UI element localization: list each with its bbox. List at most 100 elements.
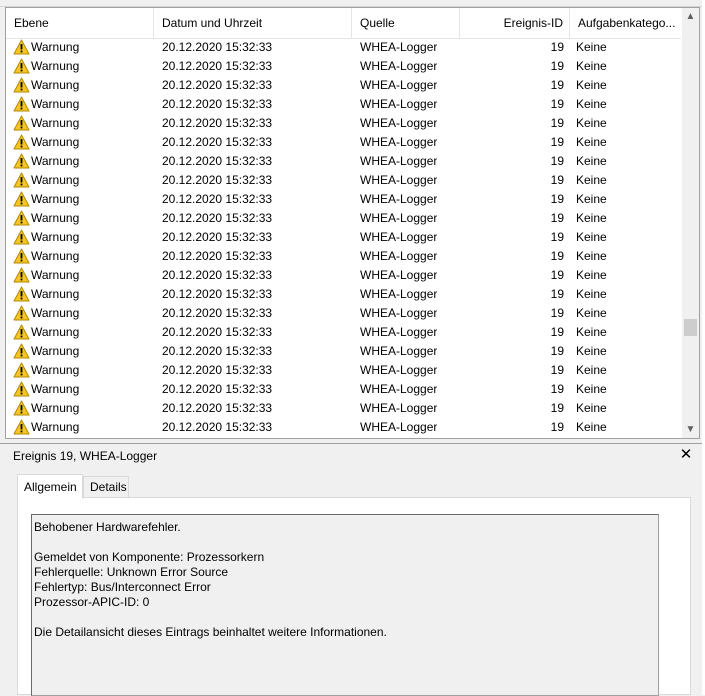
warning-triangle-icon [13,286,30,302]
cell-source: WHEA-Logger [360,211,438,225]
table-row[interactable]: Warnung 20.12.2020 15:32:33 WHEA-Logger 19 K… [6,114,681,133]
cell-datetime: 20.12.2020 15:32:33 [162,382,273,396]
message-line [34,535,656,550]
warning-triangle-icon [13,210,30,226]
cell-source: WHEA-Logger [360,230,438,244]
table-row[interactable]: Warnung 20.12.2020 15:32:33 WHEA-Logger 19 K… [6,399,681,418]
cell-source: WHEA-Logger [360,344,438,358]
cell-source: WHEA-Logger [360,97,438,111]
cell-category: Keine [576,420,607,434]
cell-level: Warnung [31,420,80,434]
warning-triangle-icon [13,400,30,416]
warning-triangle-icon [13,419,30,435]
message-line: Die Detailansicht dieses Eintrags beinha… [34,625,387,639]
tab-details[interactable]: Details [83,476,129,498]
detail-header: Ereignis 19, WHEA-Logger ✕ [5,445,700,467]
column-header-datetime[interactable]: Datum und Uhrzeit [154,8,352,38]
table-row[interactable]: Warnung 20.12.2020 15:32:33 WHEA-Logger 19 K… [6,304,681,323]
table-row[interactable]: Warnung 20.12.2020 15:32:33 WHEA-Logger 19 K… [6,133,681,152]
cell-source: WHEA-Logger [360,401,438,415]
warning-triangle-icon [13,77,30,93]
cell-datetime: 20.12.2020 15:32:33 [162,40,273,54]
cell-event-id: 19 [550,401,564,415]
table-row[interactable]: Warnung 20.12.2020 15:32:33 WHEA-Logger 19 K… [6,361,681,380]
table-row[interactable]: Warnung 20.12.2020 15:32:33 WHEA-Logger 19 K… [6,95,681,114]
table-row[interactable]: Warnung 20.12.2020 15:32:33 WHEA-Logger 19 K… [6,57,681,76]
cell-level: Warnung [31,116,80,130]
warning-triangle-icon [13,96,30,112]
event-message[interactable]: Behobener Hardwarefehler. Gemeldet von K… [31,514,659,696]
table-row[interactable]: Warnung 20.12.2020 15:32:33 WHEA-Logger 19 K… [6,418,681,437]
cell-datetime: 20.12.2020 15:32:33 [162,420,273,434]
table-row[interactable]: Warnung 20.12.2020 15:32:33 WHEA-Logger 19 K… [6,38,681,57]
table-row[interactable]: Warnung 20.12.2020 15:32:33 WHEA-Logger 19 K… [6,76,681,95]
cell-event-id: 19 [550,382,564,396]
column-header-category[interactable]: Aufgabenkatego... [570,8,681,38]
table-row[interactable]: Warnung 20.12.2020 15:32:33 WHEA-Logger 19 K… [6,228,681,247]
cell-event-id: 19 [550,116,564,130]
cell-category: Keine [576,59,607,73]
warning-triangle-icon [13,115,30,131]
cell-datetime: 20.12.2020 15:32:33 [162,192,273,206]
table-row[interactable]: Warnung 20.12.2020 15:32:33 WHEA-Logger 19 K… [6,323,681,342]
column-header-source[interactable]: Quelle [352,8,460,38]
table-row[interactable]: Warnung 20.12.2020 15:32:33 WHEA-Logger 19 K… [6,171,681,190]
cell-datetime: 20.12.2020 15:32:33 [162,97,273,111]
close-icon[interactable]: ✕ [678,446,694,464]
warning-triangle-icon [13,267,30,283]
cell-category: Keine [576,401,607,415]
cell-level: Warnung [31,382,80,396]
table-row[interactable]: Warnung 20.12.2020 15:32:33 WHEA-Logger 19 K… [6,247,681,266]
warning-triangle-icon [13,381,30,397]
column-header-event-id[interactable]: Ereignis-ID [460,8,570,38]
table-row[interactable]: Warnung 20.12.2020 15:32:33 WHEA-Logger 19 K… [6,190,681,209]
vertical-scrollbar[interactable]: ▲ ▼ [682,8,699,438]
cell-source: WHEA-Logger [360,116,438,130]
cell-category: Keine [576,135,607,149]
cell-source: WHEA-Logger [360,59,438,73]
cell-level: Warnung [31,287,80,301]
cell-category: Keine [576,154,607,168]
cell-datetime: 20.12.2020 15:32:33 [162,116,273,130]
cell-level: Warnung [31,154,80,168]
cell-datetime: 20.12.2020 15:32:33 [162,268,273,282]
cell-category: Keine [576,116,607,130]
table-row[interactable]: Warnung 20.12.2020 15:32:33 WHEA-Logger 19 K… [6,380,681,399]
warning-triangle-icon [13,153,30,169]
pane-splitter[interactable] [0,440,703,444]
cell-datetime: 20.12.2020 15:32:33 [162,287,273,301]
cell-level: Warnung [31,59,80,73]
cell-category: Keine [576,306,607,320]
cell-event-id: 19 [550,420,564,434]
cell-level: Warnung [31,211,80,225]
scroll-down-arrow-icon[interactable]: ▼ [682,421,699,438]
cell-datetime: 20.12.2020 15:32:33 [162,173,273,187]
table-row[interactable]: Warnung 20.12.2020 15:32:33 WHEA-Logger 19 K… [6,209,681,228]
message-line: Fehlerquelle: Unknown Error Source [34,565,229,579]
table-row[interactable]: Warnung 20.12.2020 15:32:33 WHEA-Logger 19 K… [6,152,681,171]
event-list[interactable]: Ebene Datum und Uhrzeit Quelle Ereignis-… [5,7,700,439]
column-header-level[interactable]: Ebene [6,8,154,38]
scrollbar-thumb[interactable] [684,319,697,336]
cell-category: Keine [576,97,607,111]
cell-event-id: 19 [550,344,564,358]
table-row[interactable]: Warnung 20.12.2020 15:32:33 WHEA-Logger 19 K… [6,342,681,361]
table-row[interactable]: Warnung 20.12.2020 15:32:33 WHEA-Logger 19 K… [6,285,681,304]
tab-allgemein[interactable]: Allgemein [17,474,83,499]
table-row[interactable]: Warnung 20.12.2020 15:32:33 WHEA-Logger 19 K… [6,266,681,285]
cell-source: WHEA-Logger [360,192,438,206]
warning-triangle-icon [13,343,30,359]
cell-event-id: 19 [550,287,564,301]
cell-datetime: 20.12.2020 15:32:33 [162,78,273,92]
warning-triangle-icon [13,58,30,74]
cell-event-id: 19 [550,211,564,225]
cell-datetime: 20.12.2020 15:32:33 [162,306,273,320]
cell-source: WHEA-Logger [360,154,438,168]
cell-event-id: 19 [550,249,564,263]
scroll-up-arrow-icon[interactable]: ▲ [682,8,699,25]
cell-level: Warnung [31,268,80,282]
cell-datetime: 20.12.2020 15:32:33 [162,344,273,358]
cell-event-id: 19 [550,192,564,206]
cell-source: WHEA-Logger [360,268,438,282]
cell-category: Keine [576,325,607,339]
